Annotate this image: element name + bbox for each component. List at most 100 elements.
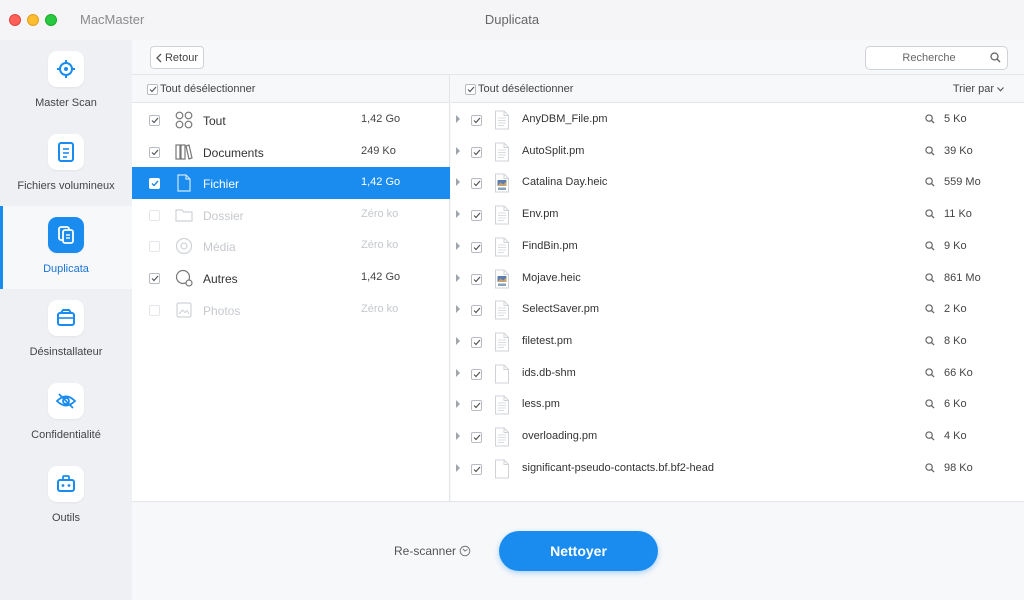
reveal-search-icon[interactable] — [925, 462, 935, 476]
file-row[interactable]: AnyDBM_File.pm 5 Ko — [451, 103, 1024, 135]
file-checkbox[interactable] — [471, 146, 482, 158]
reveal-search-icon[interactable] — [925, 208, 935, 222]
sidebar-item-label: Master Scan — [35, 97, 97, 109]
search-box[interactable] — [865, 46, 1008, 70]
file-checkbox[interactable] — [471, 305, 482, 317]
category-row-file[interactable]: Fichier 1,42 Go — [132, 167, 450, 199]
expand-arrow-icon[interactable] — [456, 432, 460, 440]
sidebar-item-uninstaller[interactable]: Désinstallateur — [0, 289, 132, 372]
reveal-search-icon[interactable] — [925, 240, 935, 254]
grid-icon — [174, 110, 194, 130]
reveal-search-icon[interactable] — [925, 303, 935, 317]
expand-arrow-icon[interactable] — [456, 115, 460, 123]
sidebar-item-label: Désinstallateur — [29, 346, 103, 358]
category-row-documents[interactable]: Documents 249 Ko — [132, 136, 450, 168]
file-name: ids.db-shm — [522, 366, 576, 379]
box-icon — [48, 300, 84, 336]
sidebar-item-tools[interactable]: Outils — [0, 455, 132, 538]
category-checkbox — [149, 210, 160, 221]
expand-arrow-icon[interactable] — [456, 305, 460, 314]
sidebar-item-large-files[interactable]: Fichiers volumineux — [0, 123, 132, 206]
file-checkbox[interactable] — [471, 241, 482, 253]
category-label: Média — [203, 240, 236, 254]
copy-icon — [48, 217, 84, 253]
file-size: 98 Ko — [944, 461, 973, 474]
expand-arrow-icon[interactable] — [456, 336, 460, 345]
file-row[interactable]: Catalina Day.heic 559 Mo — [451, 166, 1024, 198]
reveal-search-icon[interactable] — [925, 176, 935, 190]
bottom-bar: Re-scanner Nettoyer — [132, 501, 1024, 600]
file-row[interactable]: less.pm 6 Ko — [451, 388, 1024, 420]
sidebar-item-master-scan[interactable]: Master Scan — [0, 40, 132, 123]
file-checkbox[interactable] — [471, 178, 482, 190]
sidebar-item-privacy[interactable]: Confidentialité — [0, 372, 132, 455]
file-list-header: Tout désélectionner Trier par — [451, 75, 1024, 103]
file-row[interactable]: FindBin.pm 9 Ko — [451, 230, 1024, 262]
rescan-button[interactable]: Re-scanner — [394, 544, 471, 558]
expand-arrow-icon[interactable] — [456, 241, 460, 250]
category-row-others[interactable]: Autres 1,42 Go — [132, 262, 450, 294]
file-row[interactable]: AutoSplit.pm 39 Ko — [451, 135, 1024, 167]
file-name: less.pm — [522, 398, 560, 411]
reveal-search-icon[interactable] — [925, 335, 935, 349]
file-row[interactable]: significant-pseudo-contacts.bf.bf2-head 9… — [451, 452, 1024, 484]
sidebar-item-label: Duplicata — [43, 263, 89, 275]
toolbox-icon — [48, 466, 84, 502]
category-row-all[interactable]: Tout 1,42 Go — [132, 104, 450, 136]
file-checkbox[interactable] — [471, 432, 482, 443]
file-size: 9 Ko — [944, 239, 967, 252]
category-checkbox[interactable] — [149, 115, 160, 126]
file-size: 2 Ko — [944, 303, 967, 316]
file-row[interactable]: overloading.pm 4 Ko — [451, 420, 1024, 452]
reveal-search-icon[interactable] — [925, 430, 935, 444]
folder-icon — [174, 205, 194, 225]
reveal-search-icon[interactable] — [925, 367, 935, 381]
category-checkbox[interactable] — [149, 273, 160, 284]
deselect-all-files-checkbox[interactable] — [465, 84, 476, 95]
file-row[interactable]: Env.pm 11 Ko — [451, 198, 1024, 230]
file-row[interactable]: SelectSaver.pm 2 Ko — [451, 293, 1024, 325]
file-checkbox[interactable] — [471, 400, 482, 412]
expand-arrow-icon[interactable] — [456, 273, 460, 282]
file-checkbox[interactable] — [471, 336, 482, 348]
search-input[interactable] — [872, 50, 986, 66]
expand-arrow-icon[interactable] — [456, 210, 460, 219]
rescan-label: Re-scanner — [394, 544, 457, 558]
expand-arrow-icon[interactable] — [456, 178, 460, 187]
clean-button[interactable]: Nettoyer — [499, 531, 658, 571]
file-checkbox[interactable] — [471, 368, 482, 380]
window-title: Duplicata — [484, 12, 540, 27]
back-button[interactable]: Retour — [150, 46, 204, 69]
file-name: AutoSplit.pm — [522, 144, 585, 157]
category-size: Zéro ko — [361, 208, 399, 220]
expand-arrow-icon[interactable] — [456, 400, 460, 409]
category-checkbox[interactable] — [149, 147, 160, 158]
file-checkbox[interactable] — [471, 210, 482, 222]
text-file-icon — [494, 332, 510, 355]
expand-arrow-icon[interactable] — [456, 368, 460, 377]
expand-arrow-icon[interactable] — [456, 463, 460, 472]
text-file-icon — [494, 237, 510, 260]
file-checkbox[interactable] — [471, 115, 482, 126]
target-icon — [48, 51, 84, 87]
reveal-search-icon[interactable] — [925, 398, 935, 412]
file-checkbox[interactable] — [471, 463, 482, 475]
file-checkbox[interactable] — [471, 273, 482, 285]
document-icon — [48, 134, 84, 170]
sort-dropdown[interactable]: Trier par — [953, 83, 1004, 95]
sidebar-item-label: Confidentialité — [31, 429, 101, 441]
file-name: Catalina Day.heic — [522, 176, 608, 189]
file-row[interactable]: ids.db-shm 66 Ko — [451, 357, 1024, 389]
file-name: Env.pm — [522, 208, 559, 221]
expand-arrow-icon[interactable] — [456, 146, 460, 155]
file-row[interactable]: Mojave.heic 861 Mo — [451, 262, 1024, 294]
deselect-all-categories-checkbox[interactable] — [147, 84, 158, 95]
reveal-search-icon[interactable] — [925, 272, 935, 286]
category-checkbox[interactable] — [149, 178, 160, 189]
file-row[interactable]: filetest.pm 8 Ko — [451, 325, 1024, 357]
file-name: SelectSaver.pm — [522, 303, 600, 316]
text-file-icon — [494, 300, 510, 323]
reveal-search-icon[interactable] — [925, 145, 935, 159]
reveal-search-icon[interactable] — [925, 113, 935, 127]
sidebar-item-duplicates[interactable]: Duplicata — [0, 206, 132, 289]
